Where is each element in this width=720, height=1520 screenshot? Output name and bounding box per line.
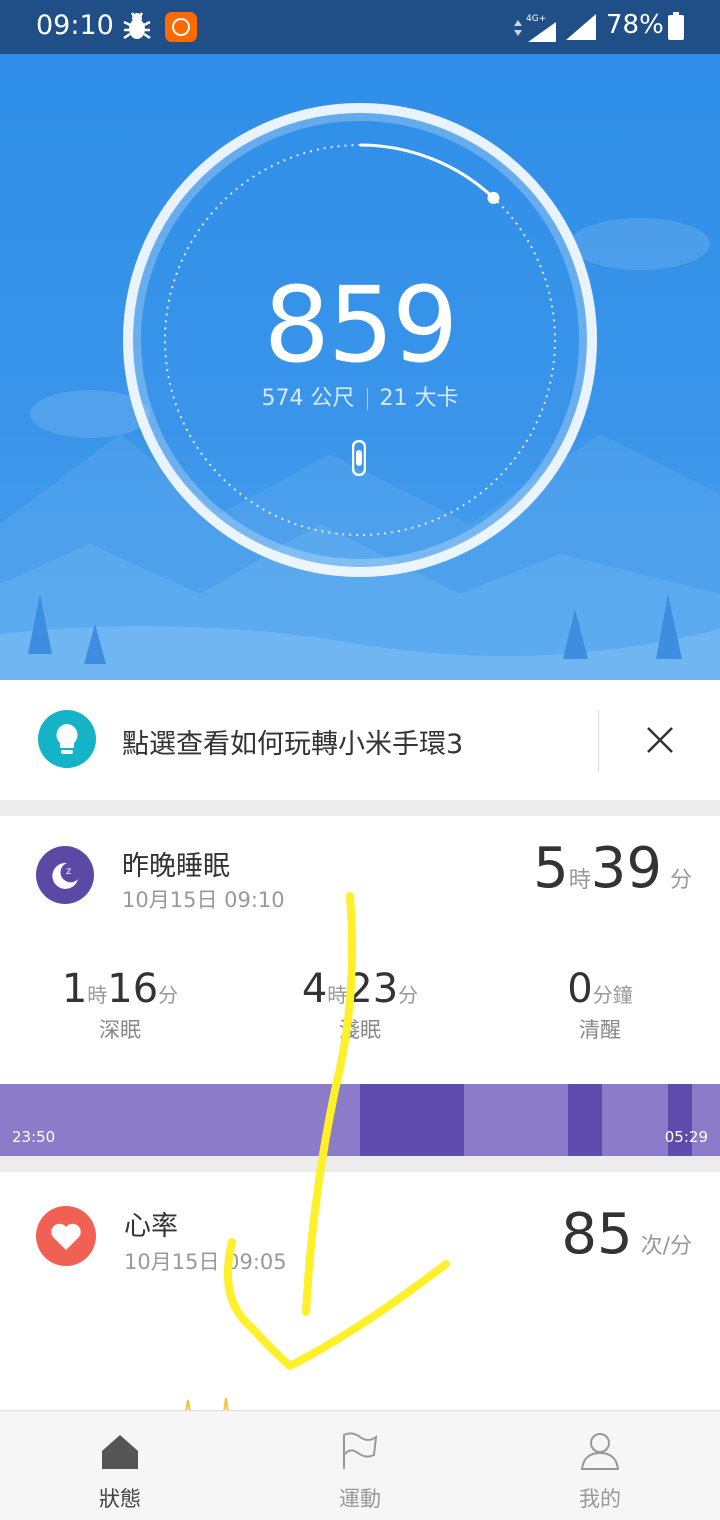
sleep-date: 10月15日 09:10 (122, 888, 285, 912)
unit-label: 次/分 (640, 1234, 692, 1259)
moon-icon: z (36, 846, 94, 904)
svg-text:z: z (66, 866, 71, 877)
distance-value: 574 公尺 (261, 386, 355, 411)
heart-rate-card[interactable]: 心率 10月15日 09:05 85 次/分 (0, 1172, 720, 1412)
bug-icon (123, 12, 151, 40)
nav-item-profile[interactable]: 我的 (480, 1411, 720, 1520)
distance-calories: 574 公尺 21 大卡 (0, 380, 720, 412)
stage-value: 16 (107, 966, 159, 1012)
unit-label: 分 (158, 983, 179, 1007)
nav-item-sports[interactable]: 運動 (240, 1411, 480, 1520)
deep-sleep-stat: 1時16分 深眠 (40, 966, 200, 1044)
divider (366, 388, 368, 410)
heart-icon (36, 1206, 96, 1266)
mi-app-icon (165, 12, 197, 42)
deep-sleep-segment (360, 1084, 464, 1156)
unit-label: 時 (568, 868, 591, 893)
nav-label: 我的 (579, 1487, 621, 1511)
unit-label: 分 (398, 983, 419, 1007)
stage-value: 0 (567, 966, 593, 1012)
step-count: 859 (263, 264, 459, 386)
battery-percent: 78% (606, 10, 664, 40)
light-sleep-stat: 4時23分 淺眠 (280, 966, 440, 1044)
status-bar: 09:10 4G+ 78% (0, 0, 720, 54)
sleep-card[interactable]: z 昨晚睡眠 10月15日 09:10 5時39 分 1時16分 深眠 4時23分… (0, 816, 720, 1156)
sleep-total: 5時39 分 (533, 836, 692, 901)
unit-label: 分鐘 (592, 983, 633, 1007)
stage-label: 深眠 (99, 1018, 141, 1042)
heart-rate-date: 10月15日 09:05 (124, 1250, 287, 1274)
sleep-hours: 5 (533, 836, 569, 901)
flag-icon (343, 1432, 378, 1469)
nav-item-status[interactable]: 狀態 (0, 1411, 240, 1520)
awake-stat: 0分鐘 清醒 (520, 966, 680, 1044)
bottom-nav: 狀態 運動 我的 (0, 1410, 720, 1520)
stage-label: 清醒 (579, 1018, 621, 1042)
unit-label: 分 (669, 868, 692, 893)
signal-icon: 4G+ (514, 14, 556, 42)
signal-icon (566, 14, 596, 40)
sleep-minutes: 39 (590, 836, 662, 901)
step-summary-panel[interactable]: 859 574 公尺 21 大卡 (0, 54, 720, 680)
stage-value: 1 (61, 966, 88, 1012)
heart-rate-value: 85 次/分 (561, 1202, 692, 1267)
unit-label: 時 (87, 983, 108, 1007)
stage-value: 23 (347, 966, 399, 1012)
close-icon[interactable] (640, 720, 680, 760)
status-time: 09:10 (36, 10, 114, 41)
deep-sleep-segment (568, 1084, 602, 1156)
tip-text[interactable]: 點選查看如何玩轉小米手環3 (122, 722, 463, 761)
stage-value: 4 (301, 966, 328, 1012)
person-icon (580, 1433, 620, 1470)
heart-rate-number: 85 (561, 1202, 633, 1267)
heart-rate-title: 心率 (124, 1211, 178, 1242)
stage-label: 淺眠 (339, 1018, 381, 1042)
divider (598, 710, 599, 772)
nav-label: 運動 (339, 1487, 381, 1511)
sleep-title: 昨晚睡眠 (122, 851, 230, 882)
nav-label: 狀態 (99, 1487, 141, 1511)
battery-icon (668, 12, 684, 40)
band-icon (352, 440, 366, 476)
unit-label: 時 (327, 983, 348, 1007)
sleep-timeline-bar[interactable]: 23:50 05:29 (0, 1084, 720, 1156)
sleep-end-time: 05:29 (664, 1128, 708, 1146)
home-icon (102, 1435, 138, 1469)
calories-value: 21 大卡 (379, 386, 459, 411)
network-type: 4G+ (526, 14, 546, 24)
tip-banner[interactable]: 點選查看如何玩轉小米手環3 (0, 680, 720, 800)
lightbulb-icon (38, 710, 96, 768)
sleep-start-time: 23:50 (12, 1128, 56, 1146)
